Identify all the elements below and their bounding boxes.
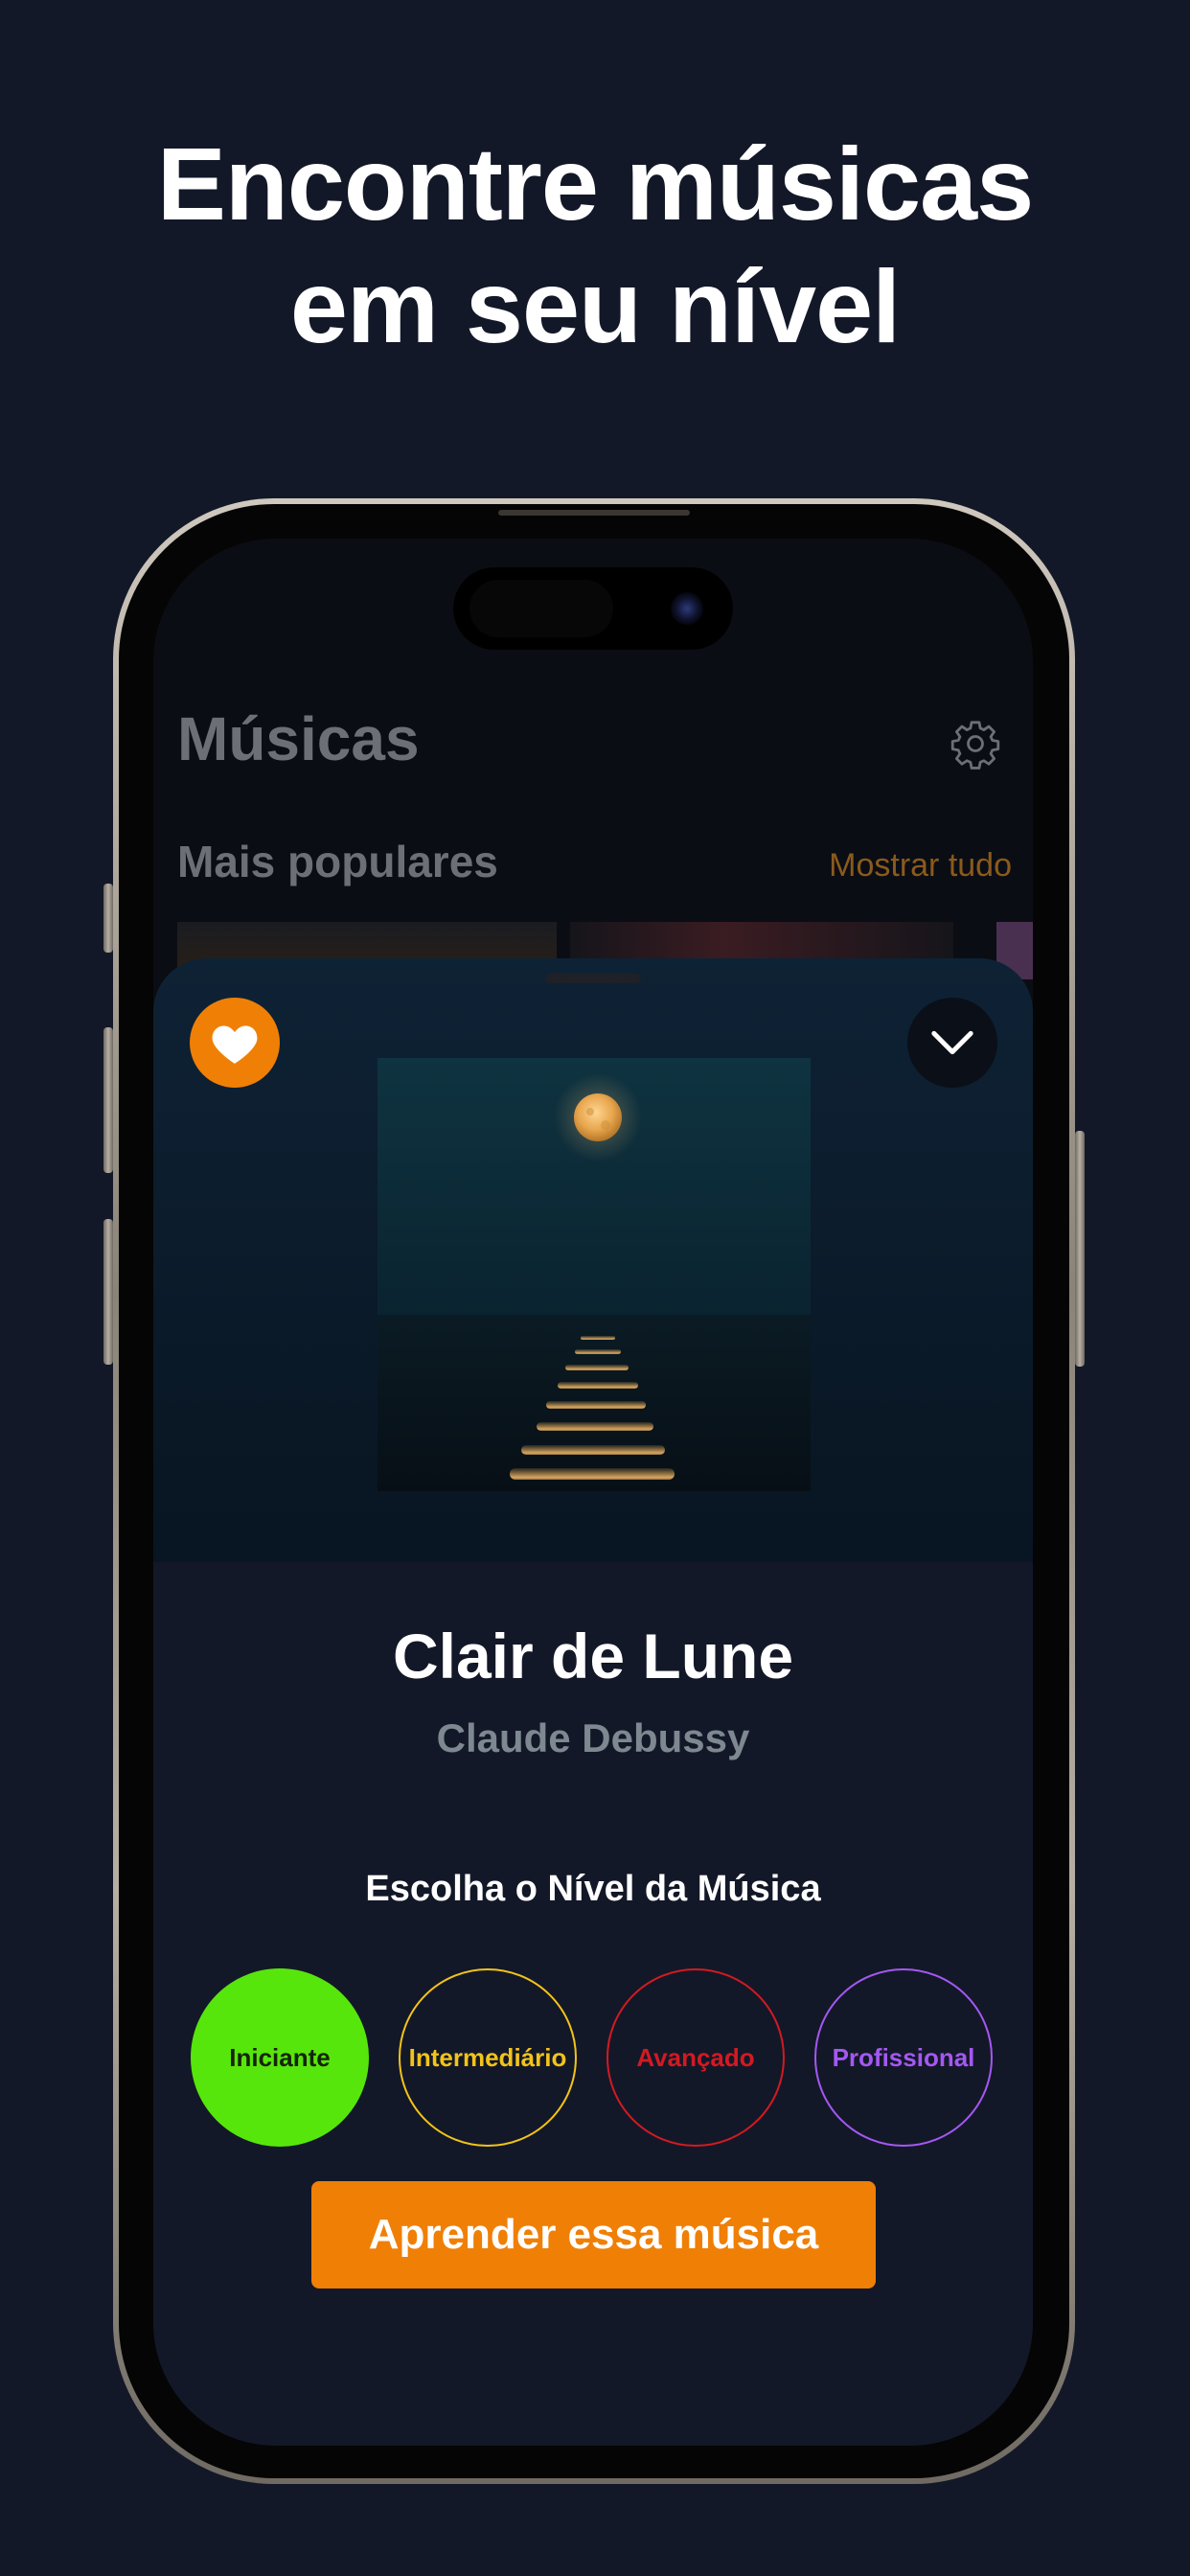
song-detail-sheet: Clair de Lune Claude Debussy Escolha o N…	[153, 958, 1033, 2446]
level-professional-button[interactable]: Profissional	[814, 1968, 993, 2147]
headline-line-2: em seu nível	[289, 248, 901, 364]
collapse-button[interactable]	[907, 998, 997, 1088]
song-title: Clair de Lune	[392, 1621, 794, 1691]
power-button	[1075, 1131, 1085, 1367]
chevron-down-icon	[931, 1030, 973, 1055]
level-label: Intermediário	[408, 2042, 567, 2072]
learn-song-button[interactable]: Aprender essa música	[311, 2181, 876, 2288]
volume-down-button	[103, 1219, 113, 1365]
headline-line-1: Encontre músicas	[156, 126, 1034, 242]
gear-icon[interactable]	[949, 717, 1002, 770]
level-beginner-button[interactable]: Iniciante	[191, 1968, 369, 2147]
level-prompt: Escolha o Nível da Música	[365, 1869, 821, 1909]
song-artist: Claude Debussy	[436, 1715, 750, 1760]
front-camera	[671, 592, 703, 625]
level-intermediate-button[interactable]: Intermediário	[399, 1968, 577, 2147]
moon-over-sea-artwork	[378, 1058, 811, 1491]
phone-screen: Músicas Mais populares Mostrar tudo Clai…	[153, 539, 1033, 2446]
level-label: Avançado	[636, 2042, 755, 2072]
action-button	[103, 884, 113, 953]
volume-up-button	[103, 1027, 113, 1173]
face-id-sensor	[469, 580, 613, 637]
level-label: Profissional	[832, 2042, 975, 2072]
speaker-grille	[498, 510, 690, 516]
level-advanced-button[interactable]: Avançado	[606, 1968, 785, 2147]
page-title: Músicas	[177, 704, 420, 773]
heart-icon	[212, 1025, 258, 1064]
level-label: Iniciante	[229, 2042, 331, 2072]
sheet-grabber[interactable]	[545, 974, 641, 983]
favorite-button[interactable]	[190, 998, 280, 1088]
marketing-headline: Encontre músicas em seu nível	[0, 123, 1190, 368]
section-title-popular: Mais populares	[177, 837, 498, 886]
show-all-link[interactable]: Mostrar tudo	[829, 847, 1012, 885]
level-picker: Iniciante Intermediário Avançado Profiss…	[191, 1968, 995, 2150]
